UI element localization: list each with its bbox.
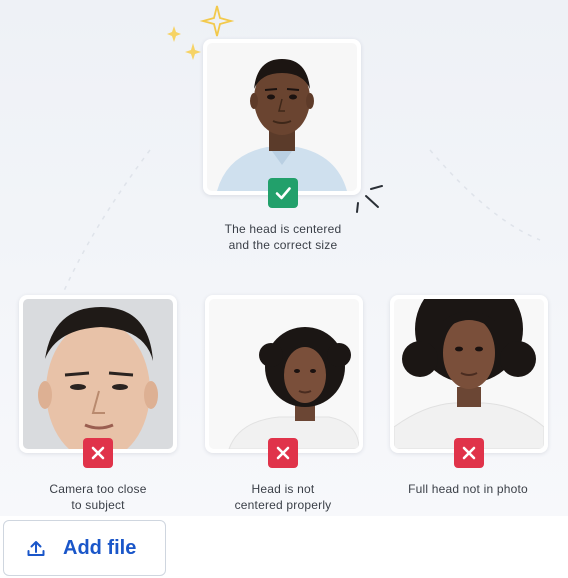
caption-line: to subject xyxy=(71,498,125,512)
correct-photo-card xyxy=(203,39,361,195)
caption-line: Camera too close xyxy=(49,482,147,496)
not-centered-caption: Head is not centered properly xyxy=(193,481,373,513)
caption-line: and the correct size xyxy=(228,238,338,252)
incorrect-photo-card-too-close xyxy=(19,295,177,453)
caption-line: Full head not in photo xyxy=(408,482,528,496)
correct-example-photo xyxy=(207,43,357,191)
incorrect-photo-card-head-cropped xyxy=(390,295,548,453)
head-cropped-caption: Full head not in photo xyxy=(378,481,558,497)
incorrect-photo-card-not-centered xyxy=(205,295,363,453)
x-icon xyxy=(276,446,290,460)
x-icon xyxy=(91,446,105,460)
correct-status-badge xyxy=(268,178,298,208)
caption-line: The head is centered xyxy=(224,222,342,236)
caption-line: Head is not xyxy=(251,482,315,496)
incorrect-status-badge xyxy=(268,438,298,468)
correct-caption: The head is centered and the correct siz… xyxy=(193,221,373,253)
check-icon xyxy=(275,187,291,200)
incorrect-status-badge xyxy=(454,438,484,468)
incorrect-status-badge xyxy=(83,438,113,468)
not-centered-example-photo xyxy=(209,299,359,449)
caption-line: centered properly xyxy=(234,498,332,512)
too-close-example-photo xyxy=(23,299,173,449)
too-close-caption: Camera too close to subject xyxy=(8,481,188,513)
add-file-button[interactable]: Add file xyxy=(3,520,166,576)
photo-guidelines-panel: The head is centered and the correct siz… xyxy=(0,0,568,516)
add-file-label: Add file xyxy=(63,536,137,559)
upload-icon xyxy=(27,541,45,556)
head-cropped-example-photo xyxy=(394,299,544,449)
x-icon xyxy=(462,446,476,460)
